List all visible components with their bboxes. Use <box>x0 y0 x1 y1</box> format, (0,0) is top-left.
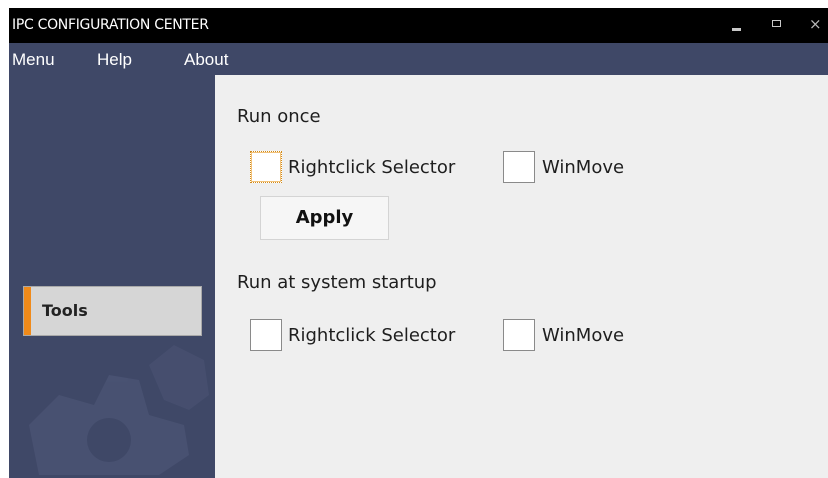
menu-bar: Menu Help About <box>9 43 828 75</box>
title-bar[interactable]: IPC CONFIGURATION CENTER × <box>9 8 828 43</box>
main-panel: Run once Rightclick Selector WinMove App… <box>215 75 828 478</box>
menu-item-about[interactable]: About <box>184 50 228 70</box>
menu-item-menu[interactable]: Menu <box>12 50 55 70</box>
startup-rightclick-checkbox[interactable] <box>250 319 282 351</box>
run-once-rightclick-label[interactable]: Rightclick Selector <box>288 157 455 178</box>
run-once-winmove-checkbox[interactable] <box>503 151 535 183</box>
run-once-heading: Run once <box>237 106 321 127</box>
window-title: IPC CONFIGURATION CENTER <box>12 17 209 33</box>
selection-accent <box>24 287 31 335</box>
apply-button[interactable]: Apply <box>260 196 389 240</box>
menu-item-help[interactable]: Help <box>97 50 132 70</box>
close-icon[interactable]: × <box>809 15 822 33</box>
app-window: IPC CONFIGURATION CENTER × Menu Help Abo… <box>9 8 828 478</box>
sidebar-item-label: Tools <box>42 301 88 320</box>
startup-winmove-checkbox[interactable] <box>503 319 535 351</box>
startup-heading: Run at system startup <box>237 272 437 293</box>
run-once-winmove-label[interactable]: WinMove <box>542 157 624 178</box>
sidebar-item-tools[interactable]: Tools <box>23 286 202 336</box>
startup-winmove-label[interactable]: WinMove <box>542 325 624 346</box>
startup-rightclick-label[interactable]: Rightclick Selector <box>288 325 455 346</box>
sidebar: Tools <box>9 75 215 478</box>
run-once-rightclick-checkbox[interactable] <box>250 151 282 183</box>
